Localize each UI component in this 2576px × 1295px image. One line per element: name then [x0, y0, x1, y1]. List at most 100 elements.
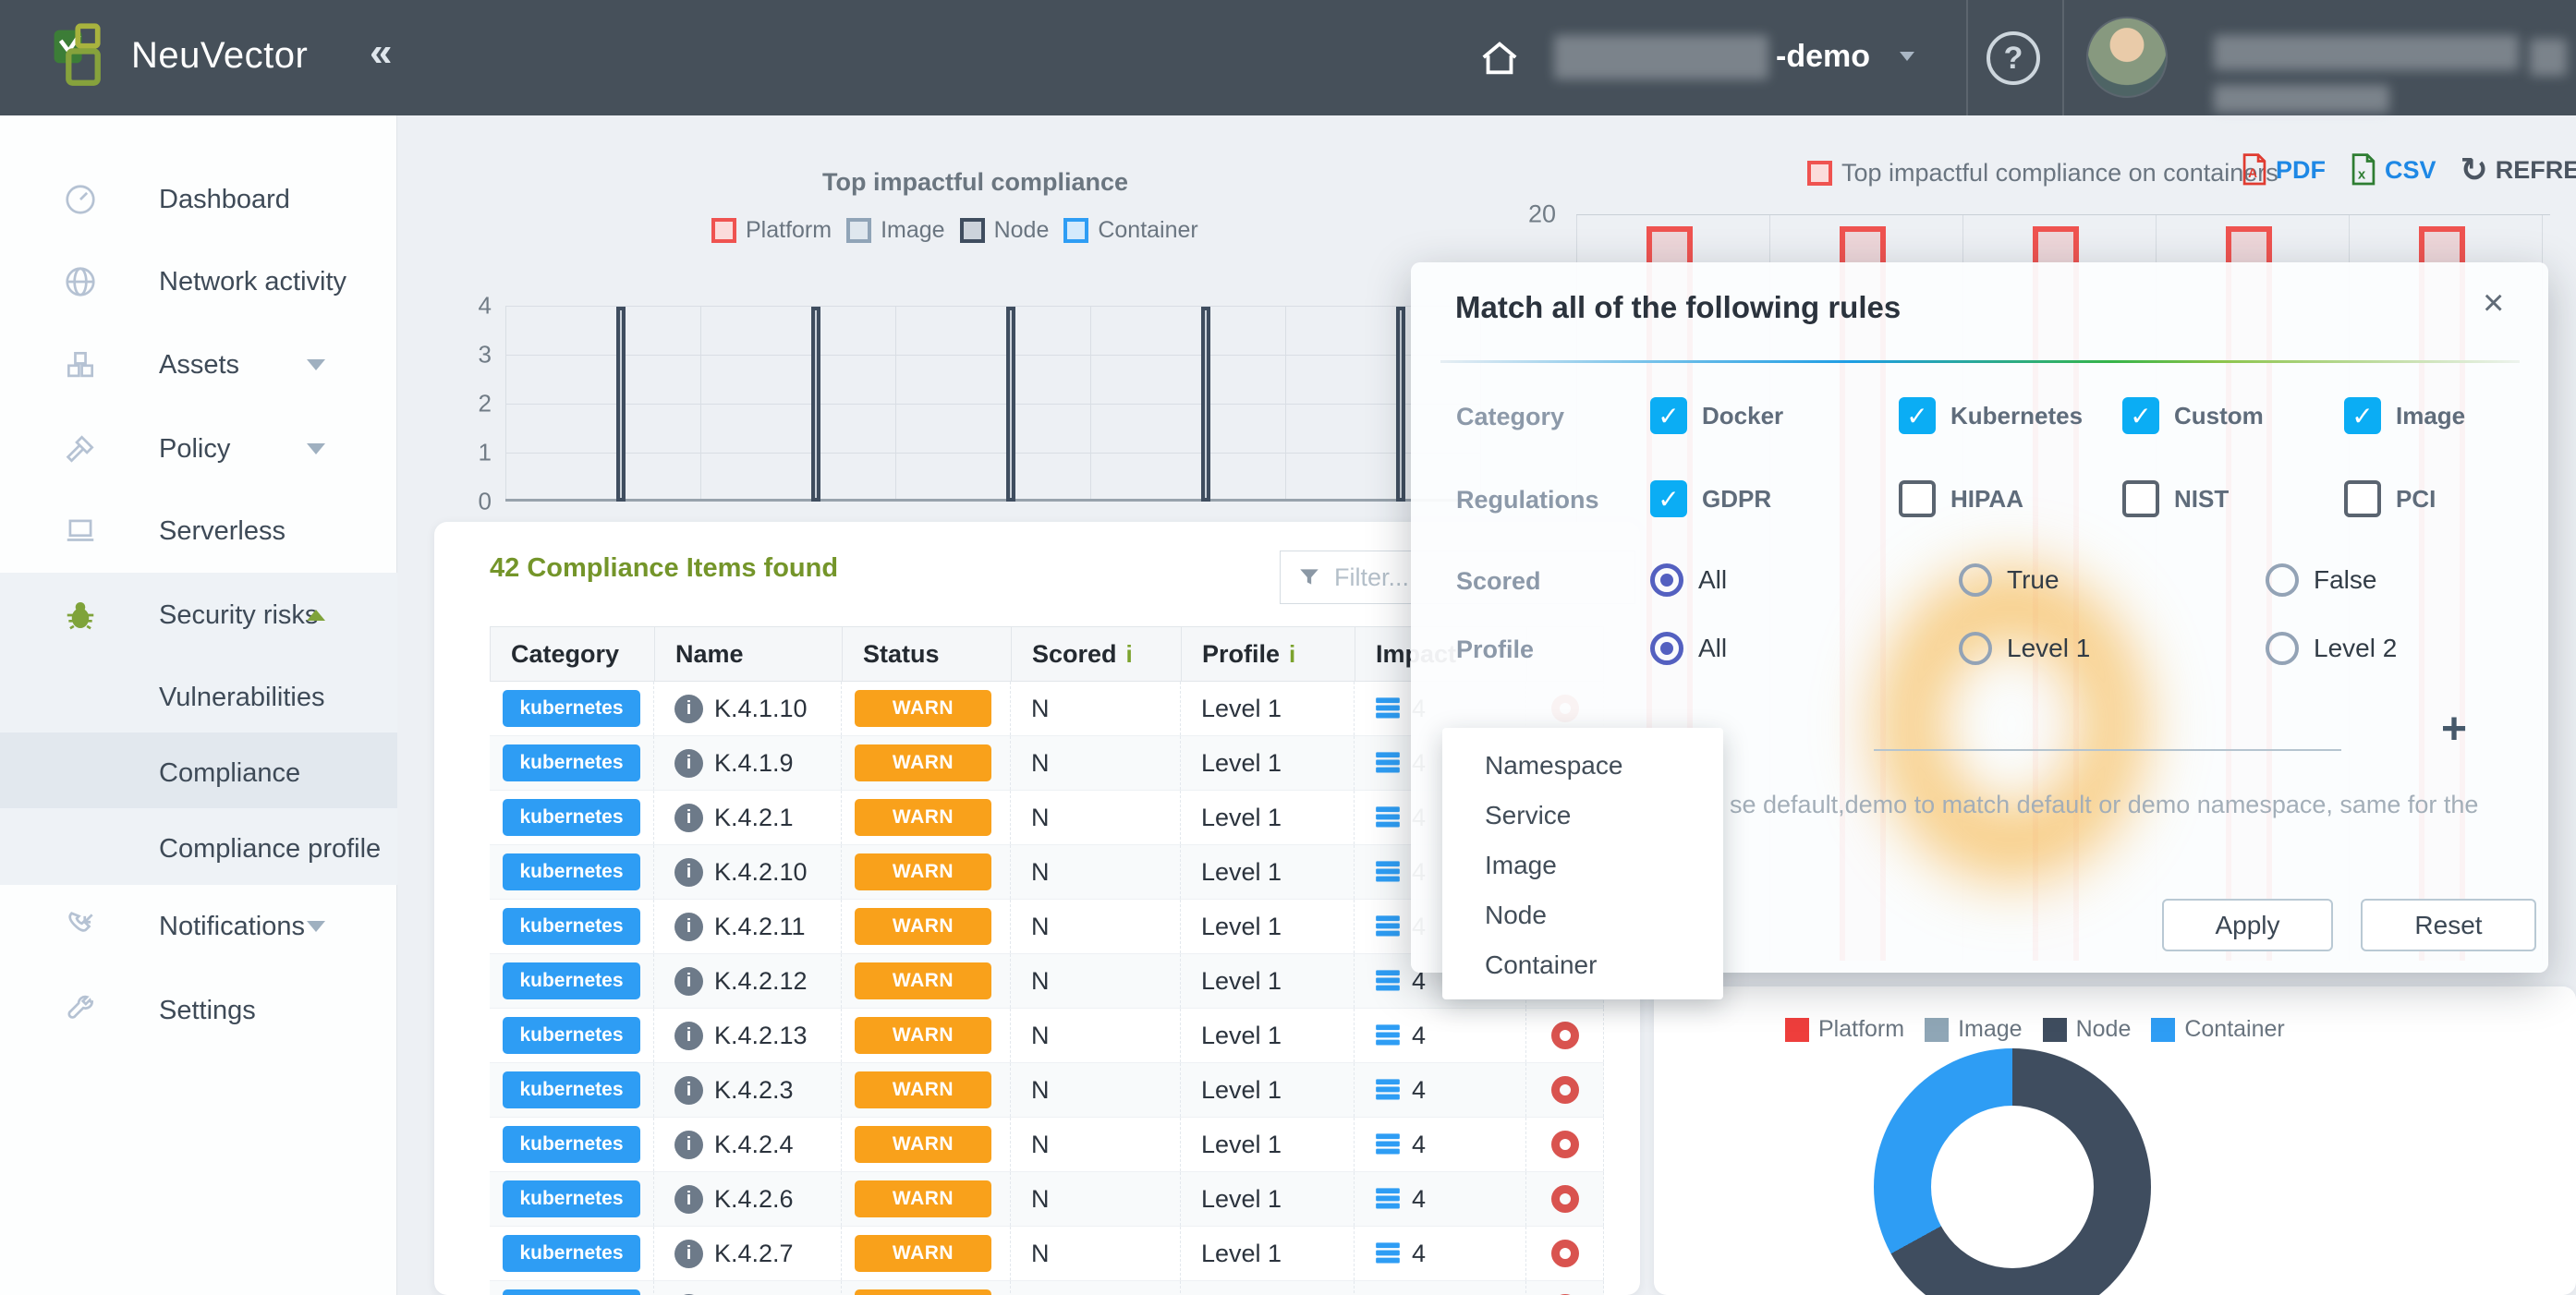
donut-legend-image[interactable]: Image: [1925, 1016, 2022, 1043]
scored-info-icon[interactable]: i: [1126, 640, 1133, 669]
checkbox-nist[interactable]: NIST: [2122, 478, 2229, 519]
impact-donut-cell[interactable]: [1526, 1009, 1604, 1062]
col-header-category[interactable]: Category: [491, 627, 655, 681]
export-csv-button[interactable]: x CSV: [2350, 153, 2436, 187]
impact-donut-cell[interactable]: [1526, 1227, 1604, 1280]
legend-item-node[interactable]: Node: [960, 217, 1050, 244]
impact-donut-cell[interactable]: [1526, 1063, 1604, 1117]
info-icon[interactable]: i: [674, 1022, 703, 1050]
radio-icon: [2266, 563, 2299, 597]
checkbox-gdpr[interactable]: ✓GDPR: [1650, 478, 1771, 519]
impact-cell: 4: [1355, 1118, 1526, 1171]
dropdown-option[interactable]: Node: [1442, 890, 1723, 940]
info-icon[interactable]: i: [674, 1185, 703, 1214]
help-icon[interactable]: ?: [1987, 31, 2040, 85]
tag-value-input[interactable]: [1874, 714, 2341, 751]
info-icon[interactable]: i: [674, 1240, 703, 1268]
table-row[interactable]: kubernetes iK.4.2.4 WARN N Level 1 4: [490, 1118, 1604, 1172]
checkbox-docker[interactable]: ✓Docker: [1650, 395, 1783, 436]
user-name-redacted: [2214, 35, 2519, 70]
impact-donut-cell[interactable]: [1526, 1118, 1604, 1171]
user-avatar[interactable]: [2086, 17, 2168, 98]
info-icon[interactable]: i: [674, 967, 703, 996]
impact-server-icon: [1375, 1023, 1401, 1047]
donut-legend-node[interactable]: Node: [2043, 1016, 2132, 1043]
checkbox-custom[interactable]: ✓Custom: [2122, 395, 2264, 436]
checkbox-icon: [1899, 480, 1936, 517]
status-cell: WARN: [842, 1063, 1011, 1117]
legend-item-image[interactable]: Image: [846, 217, 944, 244]
info-icon[interactable]: i: [674, 1076, 703, 1105]
profile-cell: Level 1: [1181, 1118, 1355, 1171]
table-row[interactable]: kubernetes iK.4.2.6 WARN N Level 1 4: [490, 1172, 1604, 1227]
donut-legend-platform[interactable]: Platform: [1785, 1016, 1904, 1043]
table-row[interactable]: kubernetes iK.4.2.3 WARN N Level 1 4: [490, 1063, 1604, 1118]
radio-profile-level2[interactable]: Level 2: [2266, 628, 2397, 669]
profile-info-icon[interactable]: i: [1289, 640, 1295, 669]
table-row[interactable]: kubernetes iK.4.2.8 WARN N Level 1 4: [490, 1281, 1604, 1295]
close-icon[interactable]: ×: [2483, 283, 2504, 324]
dropdown-option[interactable]: Container: [1442, 940, 1723, 990]
info-icon[interactable]: i: [674, 804, 703, 832]
status-cell: WARN: [842, 1172, 1011, 1226]
radio-profile-level1[interactable]: Level 1: [1959, 628, 2090, 669]
sidebar-item-assets[interactable]: Assets: [0, 324, 397, 405]
name-cell: iK.4.2.4: [654, 1118, 842, 1171]
profile-cell: Level 1: [1181, 954, 1355, 1008]
impact-cell: 4: [1355, 1227, 1526, 1280]
chevron-up-icon: [307, 610, 325, 621]
col-header-status[interactable]: Status: [843, 627, 1012, 681]
checkbox-pci[interactable]: PCI: [2344, 478, 2436, 519]
sidebar-item-compliance[interactable]: Compliance: [0, 732, 397, 814]
checkbox-hipaa[interactable]: HIPAA: [1899, 478, 2023, 519]
status-badge: WARN: [855, 1180, 991, 1217]
radio-scored-true[interactable]: True: [1959, 560, 2060, 600]
reset-button[interactable]: Reset: [2361, 899, 2536, 951]
chevron-down-icon: [307, 921, 325, 932]
checkbox-icon: [2122, 480, 2159, 517]
cluster-caret-icon[interactable]: [1900, 52, 1914, 61]
info-icon[interactable]: i: [674, 749, 703, 778]
sidebar-collapse-button[interactable]: «: [370, 30, 392, 76]
dropdown-option[interactable]: Service: [1442, 791, 1723, 841]
sidebar-item-settings[interactable]: Settings: [0, 970, 397, 1051]
col-header-profile[interactable]: Profilei: [1182, 627, 1355, 681]
impact-donut-cell[interactable]: [1526, 1281, 1604, 1295]
info-icon[interactable]: i: [674, 1131, 703, 1159]
sidebar-item-serverless[interactable]: Serverless: [0, 490, 397, 572]
sidebar-item-vulnerabilities[interactable]: Vulnerabilities: [0, 657, 397, 738]
sidebar-item-policy[interactable]: Policy: [0, 408, 397, 490]
legend-item-container[interactable]: Container: [1063, 217, 1197, 244]
donut-legend-container[interactable]: Container: [2151, 1016, 2284, 1043]
impact-donut-cell[interactable]: [1526, 1172, 1604, 1226]
dropdown-option[interactable]: Namespace: [1442, 741, 1723, 791]
sidebar-item-network-activity[interactable]: Network activity: [0, 241, 397, 322]
add-rule-button[interactable]: +: [2441, 704, 2467, 755]
cluster-selector[interactable]: -demo: [1776, 39, 1870, 75]
sidebar-item-dashboard[interactable]: Dashboard: [0, 159, 397, 240]
table-row[interactable]: kubernetes iK.4.2.13 WARN N Level 1 4: [490, 1009, 1604, 1063]
checkbox-image[interactable]: ✓Image: [2344, 395, 2465, 436]
info-icon[interactable]: i: [674, 913, 703, 941]
apply-button[interactable]: Apply: [2162, 899, 2333, 951]
col-header-name[interactable]: Name: [655, 627, 843, 681]
radio-profile-all[interactable]: All: [1650, 628, 1727, 669]
sidebar-item-notifications[interactable]: Notifications: [0, 886, 397, 967]
refresh-button[interactable]: ↻ REFRESH: [2461, 153, 2576, 187]
category-cell: kubernetes: [490, 1227, 654, 1280]
status-cell: WARN: [842, 736, 1011, 790]
legend-item-containers[interactable]: Top impactful compliance on containers: [1807, 159, 2278, 188]
info-icon[interactable]: i: [674, 695, 703, 723]
dropdown-option[interactable]: Image: [1442, 841, 1723, 890]
export-pdf-button[interactable]: A PDF: [2241, 153, 2326, 187]
radio-scored-all[interactable]: All: [1650, 560, 1727, 600]
table-row[interactable]: kubernetes iK.4.2.7 WARN N Level 1 4: [490, 1227, 1604, 1281]
radio-scored-false[interactable]: False: [2266, 560, 2376, 600]
sidebar-item-compliance-profile[interactable]: Compliance profile: [0, 808, 397, 890]
info-icon[interactable]: i: [674, 858, 703, 887]
sidebar-item-security-risks[interactable]: Security risks: [0, 575, 397, 656]
legend-item-platform[interactable]: Platform: [711, 217, 832, 244]
home-icon[interactable]: [1478, 37, 1521, 79]
col-header-scored[interactable]: Scoredi: [1012, 627, 1182, 681]
checkbox-kubernetes[interactable]: ✓Kubernetes: [1899, 395, 2083, 436]
